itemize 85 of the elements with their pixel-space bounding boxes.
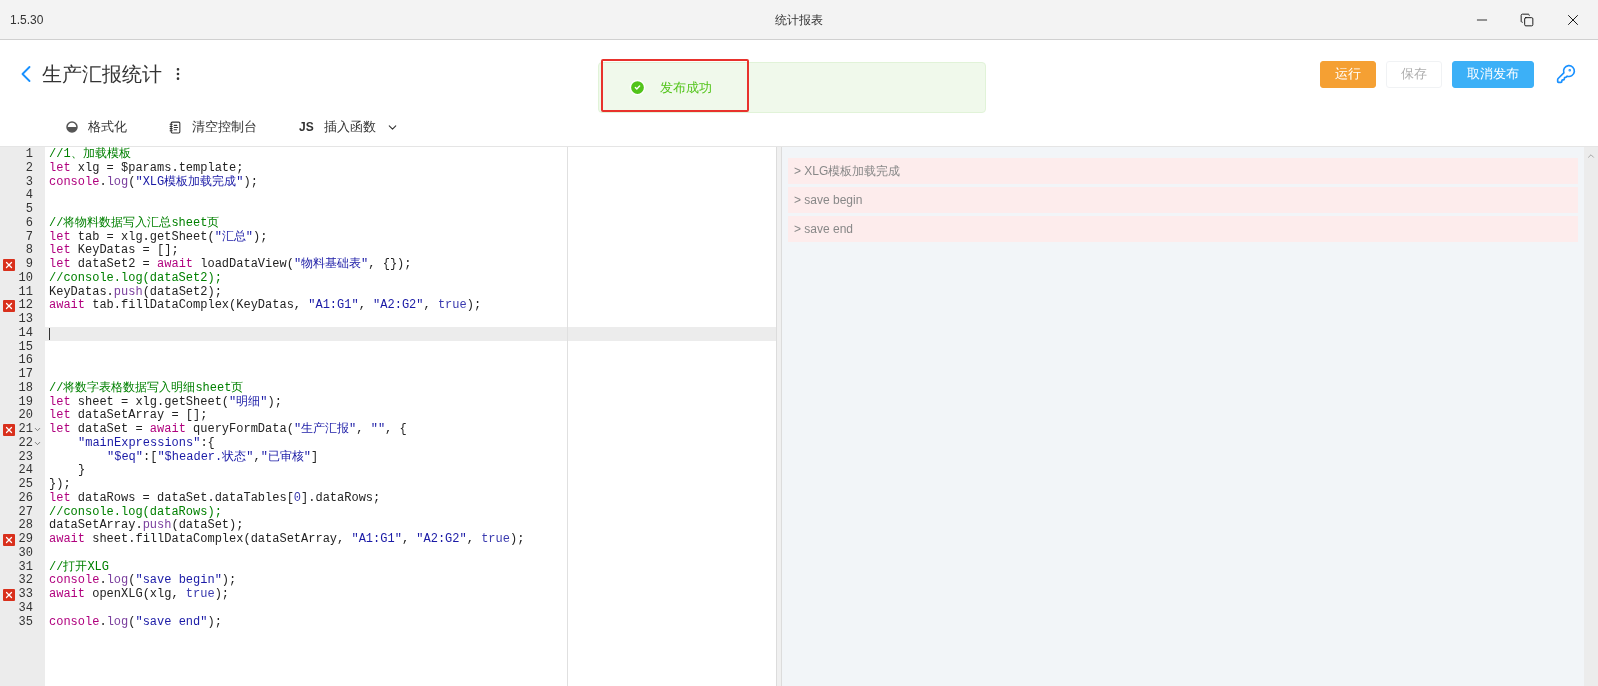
- code-line: KeyDatas.push(dataSet2);: [49, 285, 222, 299]
- toast-message: 发布成功: [660, 78, 712, 97]
- toolbar-item[interactable]: 格式化: [66, 117, 127, 137]
- line-number: 11: [18, 285, 33, 299]
- line-number: 13: [18, 313, 33, 327]
- line-number: 10: [18, 271, 33, 286]
- line-number: 19: [18, 395, 33, 409]
- line-number: 4: [25, 189, 33, 203]
- line-number: 23: [18, 450, 33, 464]
- code-line: let dataSetArray = [];: [49, 409, 208, 423]
- line-number: 24: [18, 464, 33, 478]
- line-number: 28: [18, 519, 33, 533]
- line-number: 25: [18, 478, 33, 492]
- window-title: 统计报表: [775, 11, 823, 29]
- line-number: 27: [18, 505, 33, 519]
- console-entry: > XLG模板加载完成: [788, 158, 1578, 184]
- line-number: 6: [25, 216, 33, 231]
- error-marker-icon: [3, 423, 15, 436]
- line-number: 35: [18, 615, 33, 630]
- line-number: 31: [18, 560, 33, 574]
- key-icon[interactable]: [1556, 64, 1576, 84]
- line-number: 20: [18, 409, 33, 423]
- code-line: await tab.fillDataComplex(KeyDatas, "A1:G1", "A2:G2", true);: [49, 299, 482, 313]
- error-marker-icon: [3, 533, 15, 546]
- code-line: });: [49, 478, 71, 492]
- code-line: let tab = xlg.getSheet("汇总");: [49, 230, 268, 244]
- code-line: await openXLG(xlg, true);: [49, 588, 230, 602]
- notebook-icon: [169, 120, 182, 134]
- code-line: "$eq":["$header.状态","已审核"]: [107, 450, 319, 465]
- line-number: 5: [25, 203, 33, 217]
- code-line: let dataSet = await queryFormData("生产汇报", "", {: [49, 423, 407, 437]
- code-line: console.log("save begin");: [49, 574, 237, 588]
- code-line: console.log("save end");: [49, 615, 222, 630]
- line-number: 29: [18, 533, 33, 547]
- code-line: dataSetArray.push(dataSet);: [49, 519, 244, 533]
- splitter-handle[interactable]: [776, 147, 782, 686]
- toolbar-item[interactable]: 清空控制台: [169, 117, 257, 137]
- success-icon: [629, 79, 646, 96]
- line-number: 21: [18, 423, 33, 437]
- code-line: //打开XLG: [49, 560, 109, 574]
- code-line: //将数字表格数据写入明细sheet页: [49, 381, 244, 395]
- version-text: 1.5.30: [10, 11, 44, 29]
- format-icon: [66, 121, 78, 133]
- line-number: 17: [18, 368, 33, 382]
- code-line: //将物料数据写入汇总sheet页: [49, 216, 220, 231]
- line-number: 26: [18, 491, 33, 506]
- code-line: let dataSet2 = await loadDataView("物料基础表", {});: [49, 258, 412, 272]
- scrollbar[interactable]: [1584, 147, 1598, 686]
- code-line: let dataRows = dataSet.dataTables[0].dataRows;: [49, 491, 381, 506]
- line-number: 12: [18, 299, 33, 313]
- line-number: 18: [18, 381, 33, 396]
- error-marker-icon: [3, 258, 15, 271]
- line-number: 32: [18, 574, 33, 588]
- code-line: //1、加载模板: [49, 148, 131, 162]
- page-title: 生产汇报统计: [42, 62, 162, 87]
- restore-icon[interactable]: [1520, 12, 1534, 27]
- line-number: 1: [25, 148, 33, 162]
- code-line: let xlg = $params.template;: [49, 161, 244, 175]
- code-line: console.log("XLG模板加载完成");: [49, 175, 258, 190]
- line-number: 33: [18, 588, 33, 602]
- line-number: 9: [25, 258, 33, 272]
- line-number: 30: [18, 546, 33, 561]
- console-entry: > save begin: [788, 187, 1578, 213]
- code-line: }: [78, 464, 86, 478]
- toolbar-item[interactable]: JS 插入函数: [299, 117, 399, 137]
- scroll-up-icon: [1586, 151, 1596, 161]
- line-number: 8: [25, 244, 33, 258]
- error-marker-icon: [3, 588, 15, 601]
- code-editor[interactable]: [0, 147, 776, 686]
- code-line: let sheet = xlg.getSheet("明细");: [49, 395, 282, 409]
- line-number: 34: [18, 601, 33, 616]
- error-marker-icon: [3, 300, 15, 313]
- code-line: let KeyDatas = [];: [49, 244, 179, 258]
- line-number: 15: [18, 340, 33, 354]
- console-entry: > save end: [788, 216, 1578, 242]
- code-line: //console.log(dataSet2);: [49, 271, 222, 286]
- code-line: //console.log(dataRows);: [49, 505, 222, 519]
- line-number: 7: [25, 230, 33, 244]
- line-number: 14: [18, 326, 33, 341]
- code-line: "mainExpressions":{: [78, 436, 215, 451]
- line-number: 16: [18, 354, 33, 368]
- line-number: 2: [25, 161, 33, 176]
- line-number: 3: [25, 175, 33, 189]
- code-line: await sheet.fillDataComplex(dataSetArray, "A1:G1", "A2:G2", true);: [49, 533, 525, 547]
- line-number: 22: [18, 436, 33, 451]
